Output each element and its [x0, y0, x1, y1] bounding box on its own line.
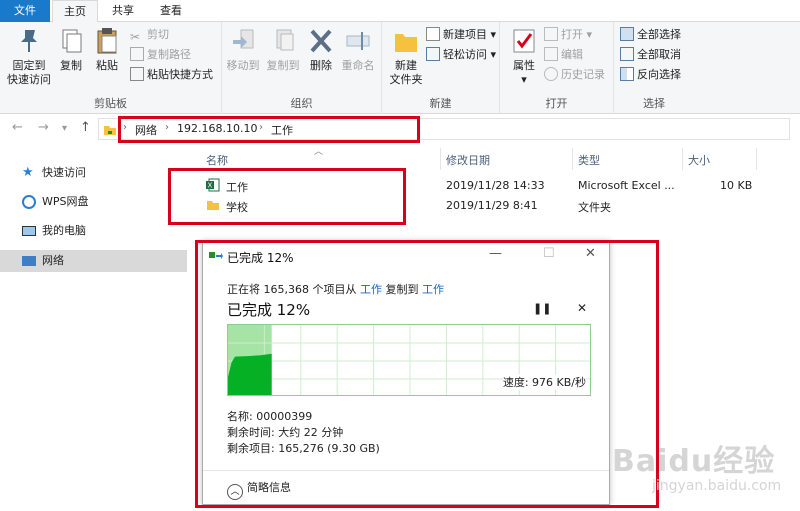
pin-label: 固定到 快速访问 [7, 59, 51, 86]
copy-button[interactable]: 复制 [54, 26, 88, 73]
organize-group: 移动到 复制到 删除 重命名 组织 [222, 22, 382, 114]
invert-selection-icon [620, 67, 634, 81]
sidebar-item-my-computer[interactable]: 我的电脑 [0, 220, 187, 242]
paste-button[interactable]: 粘贴 [90, 26, 124, 73]
chevron-down-icon: ▾ [521, 73, 527, 86]
properties-button[interactable]: 属性 ▾ [506, 26, 542, 87]
tab-share[interactable]: 共享 [100, 0, 146, 22]
copy-to-button[interactable]: 复制到 [264, 26, 302, 73]
shortcut-icon [130, 67, 144, 81]
recent-chevron-icon[interactable]: ▾ [62, 123, 67, 134]
history-button[interactable]: 历史记录 [544, 66, 605, 84]
select-group: 全部选择 全部取消 反向选择 选择 [614, 22, 694, 114]
tab-home[interactable]: 主页 [52, 0, 98, 23]
new-folder-button[interactable]: 新建 文件夹 [386, 26, 426, 87]
tab-view[interactable]: 查看 [148, 0, 194, 22]
copy-path-button[interactable]: 复制路径 [130, 46, 191, 64]
column-divider[interactable] [756, 148, 757, 170]
new-item-icon [426, 27, 440, 41]
easy-access-icon [426, 47, 440, 61]
tab-file[interactable]: 文件 [0, 0, 50, 22]
baidu-watermark: Baidu经验 jingyan.baidu.com [612, 430, 800, 510]
cloud-icon [22, 195, 36, 209]
easy-access-button[interactable]: 轻松访问 ▾ [426, 46, 496, 64]
highlight-box-dialog [195, 240, 659, 508]
column-divider[interactable] [440, 148, 441, 170]
sidebar-item-quick-access[interactable]: ★ 快速访问 [0, 162, 187, 184]
new-group: 新建 文件夹 新建项目 ▾ 轻松访问 ▾ 新建 [382, 22, 500, 114]
select-none-icon [620, 47, 634, 61]
scissors-icon: ✂ [130, 30, 141, 44]
paste-label: 粘贴 [96, 59, 118, 72]
history-icon [544, 67, 558, 81]
cut-button[interactable]: ✂ 剪切 [130, 26, 169, 44]
organize-group-label: 组织 [290, 97, 313, 110]
pin-icon [21, 30, 37, 52]
watermark-brand: Baidu经验 [612, 444, 776, 479]
rename-icon [346, 32, 370, 50]
file-date: 2019/11/29 8:41 [446, 199, 538, 212]
network-icon [22, 256, 36, 266]
move-to-icon [233, 29, 254, 49]
up-arrow-icon[interactable]: ↑ [80, 120, 91, 135]
copy-label: 复制 [60, 59, 82, 72]
file-size: 10 KB [720, 179, 753, 192]
new-item-button[interactable]: 新建项目 ▾ [426, 26, 496, 44]
folder-icon [395, 34, 417, 52]
path-icon [130, 47, 144, 61]
file-type: Microsoft Excel ... [578, 179, 675, 192]
ribbon: 固定到 快速访问 复制 粘贴 ✂ 剪切 复制路径 粘贴快捷方式 剪贴板 移动到 复… [0, 22, 800, 114]
edit-icon [544, 47, 558, 61]
file-date: 2019/11/28 14:33 [446, 179, 545, 192]
network-folder-icon [104, 126, 116, 135]
highlight-box-files [168, 168, 406, 225]
select-all-icon [620, 27, 634, 41]
forward-arrow-icon[interactable]: → [38, 120, 49, 135]
pin-quick-access-button[interactable]: 固定到 快速访问 [6, 26, 52, 87]
delete-x-icon [310, 29, 332, 53]
rename-button[interactable]: 重命名 [338, 26, 378, 73]
properties-check-icon [513, 29, 535, 53]
copy-to-icon [276, 29, 294, 51]
column-header-name[interactable]: 名称 [206, 152, 228, 168]
ribbon-tabs: 文件 主页 共享 查看 [0, 0, 800, 23]
copy-icon [62, 29, 82, 53]
select-group-label: 选择 [643, 97, 665, 110]
move-to-button[interactable]: 移动到 [224, 26, 262, 73]
column-divider[interactable] [572, 148, 573, 170]
column-header-size[interactable]: 大小 [688, 152, 710, 168]
edit-button[interactable]: 编辑 [544, 46, 583, 64]
computer-icon [22, 226, 36, 236]
select-none-button[interactable]: 全部取消 [620, 46, 681, 64]
clipboard-icon [97, 28, 117, 54]
invert-selection-button[interactable]: 反向选择 [620, 66, 681, 84]
new-group-label: 新建 [429, 97, 452, 110]
open-icon [544, 27, 558, 41]
open-button[interactable]: 打开 ▾ [544, 26, 592, 44]
clipboard-group: 固定到 快速访问 复制 粘贴 ✂ 剪切 复制路径 粘贴快捷方式 剪贴板 [0, 22, 222, 114]
sort-chevron-up-icon: ︿ [314, 147, 324, 157]
back-arrow-icon[interactable]: ← [12, 120, 23, 135]
clipboard-group-label: 剪贴板 [94, 97, 127, 110]
sidebar-item-network[interactable]: 网络 [0, 250, 187, 272]
navigation-pane: ★ 快速访问 WPS网盘 我的电脑 网络 [0, 144, 188, 511]
column-header-type[interactable]: 类型 [578, 152, 600, 168]
open-group-label: 打开 [545, 97, 568, 110]
watermark-url: jingyan.baidu.com [652, 478, 782, 494]
star-icon: ★ [22, 165, 34, 180]
column-header-date[interactable]: 修改日期 [446, 152, 490, 168]
sidebar-item-wps-cloud[interactable]: WPS网盘 [0, 191, 187, 213]
paste-shortcut-button[interactable]: 粘贴快捷方式 [130, 66, 213, 84]
select-all-button[interactable]: 全部选择 [620, 26, 681, 44]
highlight-box-address [118, 116, 420, 143]
column-divider[interactable] [682, 148, 683, 170]
open-group: 属性 ▾ 打开 ▾ 编辑 历史记录 打开 [500, 22, 614, 114]
delete-button[interactable]: 删除 [306, 26, 336, 73]
file-type: 文件夹 [578, 201, 611, 214]
